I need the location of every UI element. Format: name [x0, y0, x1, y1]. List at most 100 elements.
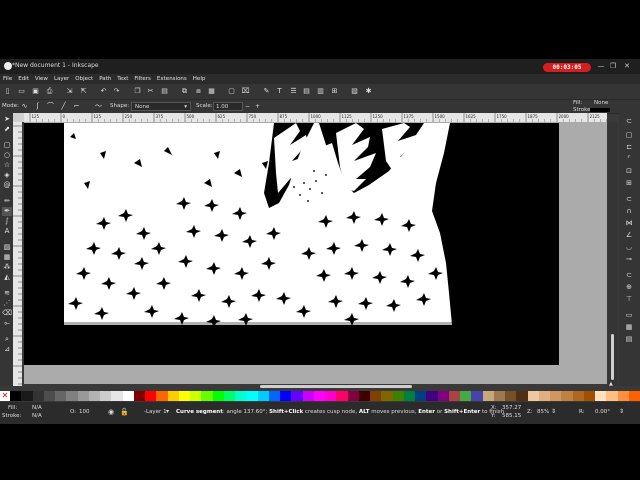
vertical-scrollbar-thumb[interactable] [611, 334, 614, 380]
spiral-tool-icon[interactable]: @ [2, 181, 12, 190]
document-properties-icon[interactable]: ▧ [350, 87, 359, 96]
scale-decrease-icon[interactable]: − [243, 102, 252, 111]
palette-swatch[interactable] [336, 391, 348, 401]
palette-swatch[interactable] [178, 391, 190, 401]
snap-bbox-center-icon[interactable]: ⊞ [624, 179, 634, 188]
snap-bbox-icon[interactable]: ▢ [624, 131, 634, 140]
menu-filters[interactable]: Filters [131, 76, 154, 82]
drawing-canvas[interactable] [24, 122, 607, 386]
snap-nodes-icon[interactable]: ⊂ [624, 195, 634, 204]
horizontal-scrollbar[interactable] [24, 384, 607, 390]
palette-swatch[interactable] [561, 391, 573, 401]
palette-swatch[interactable] [572, 391, 584, 401]
horizontal-ruler[interactable]: 125 0 125 250 375 500 625 750 875 1000 1125 1250 137… [24, 113, 607, 122]
horizontal-scrollbar-thumb[interactable] [260, 385, 412, 388]
ellipse-tool-icon[interactable]: ○ [2, 151, 12, 160]
rotation-stepper-icon[interactable]: ⇕ [619, 408, 624, 415]
snap-bbox-edge-icon[interactable]: ⊏ [624, 143, 634, 152]
snap-grids-icon[interactable]: ▦ [624, 323, 634, 332]
open-file-icon[interactable]: ▭ [17, 87, 26, 96]
palette-swatch[interactable] [493, 391, 505, 401]
menu-text[interactable]: Text [114, 76, 131, 82]
palette-swatch[interactable] [66, 391, 78, 401]
palette-swatch[interactable] [583, 391, 595, 401]
menu-extensions[interactable]: Extensions [154, 76, 190, 82]
scale-input[interactable]: 1.00 [213, 102, 243, 111]
dropper-tool-icon[interactable]: ⁂ [2, 263, 12, 272]
lock-icon[interactable]: 🔓 [120, 408, 129, 416]
paste-icon[interactable]: ▤ [160, 87, 169, 96]
palette-swatch[interactable] [280, 391, 292, 401]
palette-swatch[interactable] [21, 391, 33, 401]
shape-dropdown[interactable]: None ▾ [131, 102, 191, 111]
palette-swatch[interactable] [370, 391, 382, 401]
snap-guides-icon[interactable]: ▤ [624, 335, 634, 344]
group-icon[interactable]: ▢ [227, 87, 236, 96]
selector-tool-icon[interactable]: ➤ [2, 115, 12, 124]
palette-swatch[interactable] [595, 391, 607, 401]
menu-view[interactable]: View [32, 76, 51, 82]
rotation-value[interactable]: 0.00° [595, 409, 610, 415]
palette-swatch[interactable] [156, 391, 168, 401]
unlink-clone-icon[interactable]: ▦ [207, 87, 216, 96]
star-tool-icon[interactable]: ☆ [2, 161, 12, 170]
save-icon[interactable]: ▣ [31, 87, 40, 96]
clone-icon[interactable]: ⧈ [194, 87, 203, 96]
menu-layer[interactable]: Layer [51, 76, 72, 82]
palette-swatch[interactable] [403, 391, 415, 401]
snap-rotation-centers-icon[interactable]: ⊕ [624, 283, 634, 292]
palette-swatch[interactable] [482, 391, 494, 401]
no-paint-swatch[interactable]: ✕ [0, 391, 10, 401]
palette-swatch[interactable] [538, 391, 550, 401]
status-stroke-value[interactable]: N/A [32, 413, 42, 419]
zoom-value[interactable]: 85% [537, 409, 549, 415]
close-icon[interactable]: ✕ [622, 62, 632, 71]
snap-page-border-icon[interactable]: ▭ [624, 311, 634, 320]
export-icon[interactable]: ⇱ [79, 87, 88, 96]
zoom-stepper-icon[interactable]: ⇕ [551, 408, 556, 415]
traced-pineapple-image[interactable] [64, 123, 456, 325]
palette-swatch[interactable] [313, 391, 325, 401]
palette-swatch[interactable] [505, 391, 517, 401]
paint-bucket-tool-icon[interactable]: ◭ [2, 273, 12, 282]
new-document-icon[interactable]: ▯ [3, 87, 12, 96]
visibility-eye-icon[interactable]: ◉ [108, 408, 114, 416]
spray-tool-icon[interactable]: ⋰ [2, 299, 12, 308]
menu-file[interactable]: File [0, 76, 15, 82]
palette-swatch[interactable] [10, 391, 22, 401]
scale-increase-icon[interactable]: + [253, 102, 262, 111]
palette-swatch[interactable] [88, 391, 100, 401]
snap-text-baseline-icon[interactable]: ⊤ [624, 295, 634, 304]
palette-swatch[interactable] [111, 391, 123, 401]
align-distribute-icon[interactable]: ▥ [316, 87, 325, 96]
palette-swatch[interactable] [415, 391, 427, 401]
undo-icon[interactable]: ↶ [99, 87, 108, 96]
measure-tool-icon[interactable]: ⊿ [2, 345, 12, 354]
palette-swatch[interactable] [516, 391, 528, 401]
straight-line-mode-icon[interactable]: ╱ [59, 102, 68, 111]
ungroup-icon[interactable]: ⌧ [241, 87, 250, 96]
spiro-mode-icon[interactable]: ʃ [33, 102, 42, 111]
duplicate-icon[interactable]: ⧉ [180, 87, 189, 96]
vertical-scrollbar[interactable]: ▲ [608, 122, 618, 387]
rectangle-tool-icon[interactable]: ▢ [2, 141, 12, 150]
gradient-tool-icon[interactable]: ▨ [2, 243, 12, 252]
palette-swatch[interactable] [246, 391, 258, 401]
palette-swatch[interactable] [122, 391, 134, 401]
opacity-value[interactable]: 100 [79, 409, 90, 415]
tweak-tool-icon[interactable]: ≋ [2, 289, 12, 298]
node-tool-icon[interactable]: ⬈ [2, 125, 12, 134]
transform-dialog-icon[interactable]: ⊞ [330, 87, 339, 96]
snap-smooth-nodes-icon[interactable]: ◡ [624, 243, 634, 252]
palette-swatch[interactable] [257, 391, 269, 401]
calligraphy-tool-icon[interactable]: ∫ [2, 217, 12, 226]
connector-tool-icon[interactable]: ⟜ [2, 319, 12, 328]
snap-line-midpoints-icon[interactable]: ⊸ [624, 255, 634, 264]
restore-icon[interactable]: ❐ [608, 62, 618, 71]
lock-guides-icon[interactable]: ▲ [609, 381, 616, 387]
snap-toggle-icon[interactable]: ⊂ [624, 117, 634, 126]
menu-path[interactable]: Path [96, 76, 114, 82]
bspline-mode-icon[interactable]: ⌒ [46, 102, 55, 111]
paraxial-mode-icon[interactable]: ⌐ [72, 102, 81, 111]
bezier-mode-icon[interactable]: ∿ [20, 102, 29, 111]
